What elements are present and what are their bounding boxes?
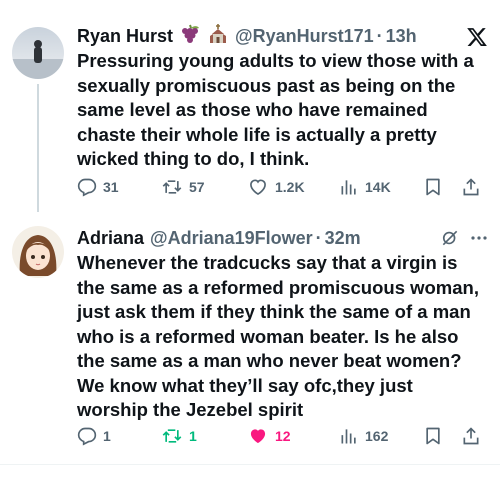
views-icon xyxy=(339,426,359,446)
timestamp[interactable]: 13h xyxy=(386,26,417,47)
views-count: 14K xyxy=(365,179,391,195)
views-button[interactable]: 14K xyxy=(339,175,391,199)
tweet-text: Pressuring young adults to view those wi… xyxy=(77,50,474,169)
separator-dot: · xyxy=(376,25,383,46)
bookmark-icon xyxy=(423,426,443,446)
bookmark-button[interactable] xyxy=(423,175,443,199)
repost-button[interactable]: 57 xyxy=(161,175,205,199)
views-icon xyxy=(339,177,359,197)
tweet-header: Ryan Hurst @RyanHurst171 · 13h xyxy=(77,23,488,49)
tweet-text: Whenever the tradcucks say that a virgin… xyxy=(77,252,479,420)
grok-icon[interactable] xyxy=(440,228,460,253)
author-handle[interactable]: @Adriana19Flower xyxy=(150,228,313,249)
author-name[interactable]: Ryan Hurst xyxy=(77,26,173,47)
like-count: 1.2K xyxy=(275,179,305,195)
avatar[interactable] xyxy=(12,27,64,79)
share-button[interactable] xyxy=(461,175,481,199)
share-icon xyxy=(461,426,481,446)
thread-line xyxy=(37,84,39,212)
action-bar: 31 57 1.2K 14K xyxy=(77,175,480,199)
reply-button[interactable]: 31 xyxy=(77,175,119,199)
bookmark-icon xyxy=(423,177,443,197)
tweet-adriana[interactable]: Adriana @Adriana19Flower · 32m Whenever … xyxy=(0,212,500,460)
repost-count: 57 xyxy=(189,179,205,195)
avatar[interactable] xyxy=(12,226,64,278)
share-button[interactable] xyxy=(461,424,481,448)
author-handle[interactable]: @RyanHurst171 xyxy=(235,26,374,47)
heart-icon xyxy=(247,177,269,197)
more-icon[interactable] xyxy=(470,230,488,251)
repost-icon xyxy=(161,177,183,197)
grapes-emoji xyxy=(179,24,201,49)
author-name[interactable]: Adriana xyxy=(77,228,144,249)
heart-icon xyxy=(247,426,269,446)
timestamp[interactable]: 32m xyxy=(325,228,361,249)
repost-count: 1 xyxy=(189,428,197,444)
repost-button[interactable]: 1 xyxy=(161,424,197,448)
separator-dot: · xyxy=(315,227,322,248)
repost-icon xyxy=(161,426,183,446)
tweet-divider xyxy=(0,464,500,465)
reply-icon xyxy=(77,177,97,197)
views-count: 162 xyxy=(365,428,389,444)
church-emoji xyxy=(207,23,229,49)
tweet-header: Adriana @Adriana19Flower · 32m xyxy=(77,226,488,250)
reply-count: 1 xyxy=(103,428,111,444)
reply-count: 31 xyxy=(103,179,119,195)
bookmark-button[interactable] xyxy=(423,424,443,448)
share-icon xyxy=(461,177,481,197)
views-button[interactable]: 162 xyxy=(339,424,388,448)
action-bar: 1 1 12 162 xyxy=(77,424,480,448)
tweet-ryan-hurst[interactable]: Ryan Hurst @RyanHurst171 · 13h Pressurin… xyxy=(0,0,500,212)
reply-icon xyxy=(77,426,97,446)
reply-button[interactable]: 1 xyxy=(77,424,111,448)
like-count: 12 xyxy=(275,428,291,444)
like-button[interactable]: 12 xyxy=(247,424,291,448)
like-button[interactable]: 1.2K xyxy=(247,175,305,199)
